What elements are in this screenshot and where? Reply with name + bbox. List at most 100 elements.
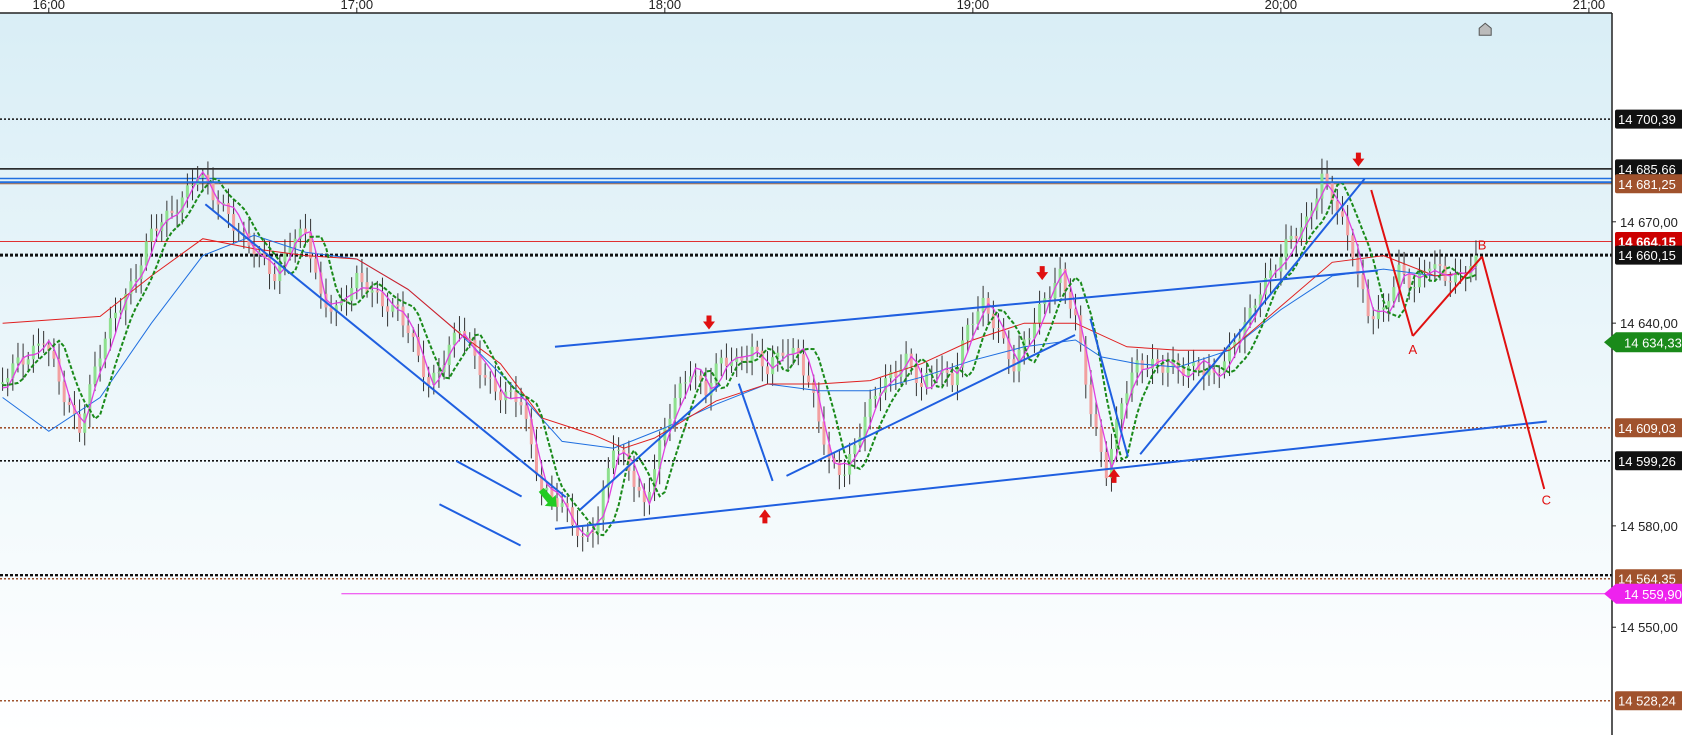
candle-body <box>1140 360 1144 370</box>
price-tick-label: 14 640,00 <box>1620 316 1678 331</box>
price-badge-label: 14 609,03 <box>1618 421 1676 436</box>
candle-body <box>760 350 764 367</box>
candle-body <box>360 272 364 283</box>
candle-body <box>519 401 523 406</box>
price-badge-label: 14 634,33 <box>1624 335 1682 350</box>
candle-body <box>370 290 374 293</box>
candle-body <box>1351 235 1355 258</box>
time-tick-label: 17:00 <box>341 0 374 12</box>
time-tick-label: 18:00 <box>649 0 682 12</box>
candle-body <box>1099 427 1103 452</box>
candle-body <box>1407 273 1411 288</box>
candle-body <box>1294 235 1298 239</box>
candle-body <box>801 354 805 376</box>
plot-background <box>0 13 1612 735</box>
candle-body <box>16 357 20 364</box>
price-badge-label: 14 528,24 <box>1618 694 1676 709</box>
candle-body <box>791 347 795 354</box>
candle-body <box>108 318 112 339</box>
candle-body <box>1402 264 1406 274</box>
candle-body <box>273 274 277 282</box>
candle-body <box>406 325 410 334</box>
candle-body <box>375 290 379 293</box>
candle-body <box>591 531 595 534</box>
price-tick-label: 14 670,00 <box>1620 215 1678 230</box>
candle-body <box>1284 239 1288 258</box>
candle-body <box>611 450 615 469</box>
price-badge-label: 14 700,39 <box>1618 112 1676 127</box>
candle-body <box>1417 272 1421 288</box>
candle-body <box>935 372 939 375</box>
candle-body <box>1038 303 1042 323</box>
price-chart[interactable]: A B C 16:00 17:00 18:00 19:00 20:00 21:00 14 67… <box>0 0 1682 735</box>
candle-body <box>1186 366 1190 376</box>
wave-label: A <box>1408 342 1417 357</box>
candle-body <box>1089 384 1093 415</box>
candle-body <box>873 395 877 399</box>
price-tick-label: 14 550,00 <box>1620 620 1678 635</box>
candle-body <box>545 487 549 491</box>
candle-body <box>452 332 456 345</box>
candle-body <box>401 306 405 326</box>
candle-body <box>67 402 71 405</box>
price-tick-label: 14 580,00 <box>1620 519 1678 534</box>
wave-label: B <box>1478 237 1487 252</box>
candle-body <box>483 375 487 378</box>
candle-body <box>909 353 913 367</box>
candle-body <box>1392 287 1396 302</box>
candle-body <box>1325 173 1329 182</box>
candle-body <box>971 323 975 325</box>
candle-body <box>524 405 528 419</box>
candle-body <box>149 228 153 242</box>
candle-body <box>950 372 954 386</box>
price-badge-label: 14 559,90 <box>1624 587 1682 602</box>
wave-label: C <box>1542 493 1551 508</box>
candle-body <box>226 203 230 215</box>
candle-body <box>499 391 503 401</box>
candle-body <box>1027 338 1031 340</box>
candle-body <box>42 343 46 345</box>
chart-canvas[interactable]: A B C 16:00 17:00 18:00 19:00 20:00 21:00 14 67… <box>0 0 1682 735</box>
candle-body <box>355 272 359 289</box>
candle-body <box>1279 257 1283 272</box>
candle-body <box>1433 264 1437 269</box>
candle-body <box>755 346 759 351</box>
candle-body <box>765 366 769 375</box>
candle-body <box>1253 305 1257 308</box>
time-tick-label: 21:00 <box>1573 0 1606 12</box>
candle-body <box>396 304 400 307</box>
candle-body <box>1068 291 1072 309</box>
candle-body <box>966 324 970 341</box>
candle-body <box>288 247 292 254</box>
candle-body <box>283 253 287 262</box>
candle-body <box>314 258 318 273</box>
candle-body <box>914 366 918 383</box>
candle-body <box>637 486 641 491</box>
candle-body <box>1104 451 1108 479</box>
candle-body <box>781 352 785 356</box>
candle-body <box>771 357 775 375</box>
time-axis: 16:00 17:00 18:00 19:00 20:00 21:00 <box>32 0 1605 13</box>
candle-body <box>1371 316 1375 320</box>
candle-body <box>683 382 687 384</box>
candle-body <box>981 297 985 312</box>
candle-body <box>678 383 682 398</box>
candle-body <box>26 359 30 365</box>
candle-body <box>807 375 811 383</box>
candle-body <box>1448 280 1452 283</box>
candle-body <box>93 366 97 385</box>
candle-body <box>509 390 513 392</box>
candle-body <box>386 306 390 312</box>
candle-body <box>1382 307 1386 310</box>
candle-body <box>103 338 107 359</box>
candle-body <box>303 228 307 233</box>
candle-body <box>1135 360 1139 373</box>
candle-body <box>185 185 189 198</box>
candle-body <box>868 398 872 417</box>
candle-body <box>843 474 847 476</box>
candle-body <box>1166 367 1170 373</box>
candle-body <box>411 333 415 337</box>
candle-body <box>581 535 585 537</box>
candle-body <box>31 345 35 360</box>
candle-body <box>201 174 205 178</box>
